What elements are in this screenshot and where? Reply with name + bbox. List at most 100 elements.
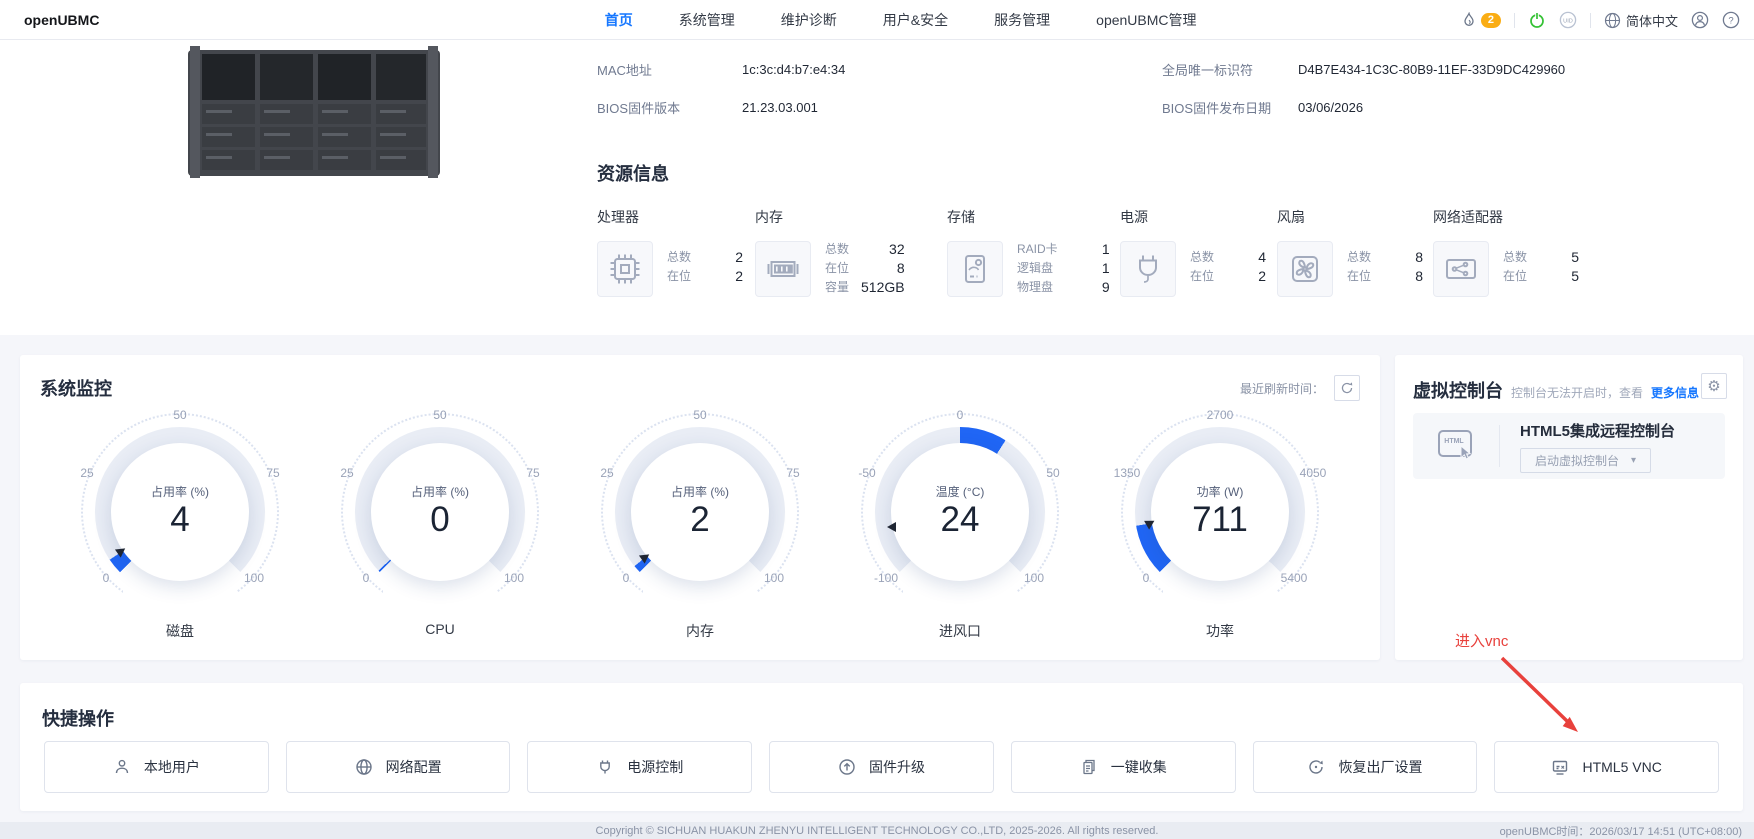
- globe-icon: [1604, 12, 1621, 28]
- gauge-memory: 占用率 (%) 2 0 25 50 75 100 内存: [600, 408, 800, 639]
- copyright-text: Copyright © SICHUAN HUAKUN ZHENYU INTELL…: [595, 824, 1159, 837]
- network-config-button[interactable]: 网络配置: [285, 741, 511, 793]
- quick-actions-title: 快捷操作: [42, 709, 114, 729]
- nav-system-management[interactable]: 系统管理: [679, 10, 735, 30]
- nav-home[interactable]: 首页: [605, 10, 633, 30]
- field-label: BIOS固件发布日期: [1162, 100, 1272, 116]
- gauge-power: 功率 (W) 711 0 1350 2700 4050 5400 功率: [1113, 408, 1327, 639]
- gauges-row: 占用率 (%) 4 0 25 50 75 100 磁盘 占用率 (%) 0 0 25 50 75 1…: [50, 407, 1350, 641]
- console-settings-button[interactable]: ⚙: [1701, 373, 1727, 399]
- gauge-label: 功率: [1206, 623, 1234, 639]
- refresh-icon: [1341, 382, 1353, 394]
- chevron-down-icon: ▾: [1631, 454, 1637, 466]
- refresh-time-label: 最近刷新时间：: [1239, 381, 1324, 396]
- resource-fan: 风扇 总数 8 在位 8: [1277, 207, 1423, 297]
- gauge-needle: [886, 522, 896, 533]
- nic-icon: [1433, 241, 1489, 297]
- resource-storage: 存储 RAID卡 1 逻辑盘 1 物理盘 9: [947, 209, 1110, 297]
- gauge-inlet-temp: 温度 (°C) 24 -100 -50 0 50 100 进风口: [858, 408, 1060, 639]
- svg-text:?: ?: [1728, 15, 1733, 26]
- navbar-actions: 2 UID 简体中文 ?: [1461, 0, 1740, 40]
- user-icon: [115, 759, 129, 774]
- html5-console-icon: HTML: [1413, 428, 1499, 464]
- divider: [1589, 12, 1591, 28]
- uid-button[interactable]: UID: [1559, 11, 1577, 29]
- gauge-label: 进风口: [939, 623, 981, 639]
- field-value: 1c:3c:d4:b7:e4:34: [742, 61, 846, 77]
- field-label: MAC地址: [597, 62, 652, 78]
- upload-arrow-icon: [839, 759, 855, 775]
- user-avatar-icon: [1691, 11, 1709, 29]
- resource-memory: 内存 总数 32 在位 8 容量 512GB: [755, 209, 905, 297]
- language-label: 简体中文: [1625, 13, 1678, 29]
- power-status-button[interactable]: [1528, 11, 1546, 29]
- field-value: 21.23.03.001: [742, 99, 818, 115]
- console-title: 虚拟控制台: [1413, 381, 1503, 401]
- power-on-icon: [1530, 13, 1544, 28]
- gauge-label: CPU: [425, 621, 455, 637]
- nav-maintenance-diagnosis[interactable]: 维护诊断: [781, 10, 837, 30]
- html5-console-card: HTML HTML5集成远程控制台 启动虚拟控制台 ▾: [1413, 413, 1725, 479]
- resource-network-adapter: 网络适配器 总数 5 在位 5: [1433, 207, 1579, 297]
- server-overview-section: MAC地址 1c:3c:d4:b7:e4:34 全局唯一标识符 D4B7E434…: [0, 40, 1754, 335]
- monitor-title: 系统监控: [40, 379, 112, 399]
- factory-reset-button[interactable]: 恢复出厂设置: [1252, 741, 1478, 793]
- firmware-upgrade-button[interactable]: 固件升级: [769, 741, 994, 793]
- main-nav: 首页 系统管理 维护诊断 用户&安全 服务管理 openUBMC管理: [605, 0, 1197, 40]
- one-click-collect-button[interactable]: 一键收集: [1010, 741, 1236, 793]
- cpu-icon: [597, 241, 653, 297]
- gauge-value: 4: [170, 500, 190, 540]
- annotation-arrow: [1500, 656, 1578, 732]
- gear-icon: ⚙: [1707, 377, 1721, 395]
- gauge-disk: 占用率 (%) 4 0 25 50 75 100 磁盘: [80, 408, 280, 639]
- launch-console-button[interactable]: 启动虚拟控制台 ▾: [1520, 447, 1652, 473]
- virtual-console-panel: 虚拟控制台 控制台无法开启时，查看 更多信息 ⚙ HTML HTML5集成远程控…: [1395, 355, 1743, 660]
- memory-icon: [755, 241, 811, 297]
- footer: Copyright © SICHUAN HUAKUN ZHENYU INTELL…: [0, 822, 1754, 839]
- svg-text:UID: UID: [1563, 18, 1573, 24]
- alarm-flame-icon: [1464, 11, 1474, 26]
- field-value: D4B7E434-1C3C-80B9-11EF-33D9DC429960: [1298, 61, 1566, 77]
- globe-icon: [355, 759, 372, 775]
- field-label: BIOS固件版本: [597, 100, 681, 116]
- account-button[interactable]: [1691, 11, 1709, 29]
- server-info-fields: MAC地址 1c:3c:d4:b7:e4:34 全局唯一标识符 D4B7E434…: [597, 50, 1565, 126]
- help-button[interactable]: ?: [1722, 11, 1740, 29]
- refresh-button[interactable]: [1334, 375, 1360, 401]
- nav-user-security[interactable]: 用户&安全: [883, 10, 948, 30]
- resource-power: 电源 总数 4 在位 2: [1120, 207, 1266, 297]
- console-hint: 控制台无法开启时，查看: [1511, 386, 1644, 400]
- gauge-label: 磁盘: [166, 623, 194, 639]
- system-time: openUBMC时间：2026/03/17 14:51 (UTC+08:00): [1499, 825, 1742, 838]
- uid-icon: UID: [1559, 11, 1577, 29]
- storage-icon: [947, 241, 1003, 297]
- alarm-button[interactable]: 2: [1461, 11, 1501, 29]
- quick-actions-panel: 快捷操作 本地用户 网络配置 电源控制 固件升级 一键收集 恢复出厂设置 HTM…: [20, 683, 1743, 811]
- gauge-value: 711: [1192, 500, 1248, 540]
- html5-vnc-button[interactable]: HTML5 VNC: [1494, 741, 1720, 793]
- psu-icon: [1120, 241, 1176, 297]
- field-value: 03/06/2026: [1298, 99, 1364, 115]
- resource-processor: 处理器 总数 2 在位 2: [597, 207, 743, 297]
- svg-text:HTML: HTML: [1444, 438, 1464, 445]
- annotation-enter-vnc: 进入vnc: [1455, 633, 1509, 650]
- vnc-monitor-icon: [1553, 760, 1568, 775]
- alarm-count-badge: 2: [1480, 12, 1501, 28]
- power-plug-icon: [600, 760, 611, 774]
- documents-icon: [1083, 759, 1095, 775]
- gauge-value: 24: [940, 500, 980, 540]
- navbar: openUBMC 首页 系统管理 维护诊断 用户&安全 服务管理 openUBM…: [0, 0, 1754, 40]
- resources-title: 资源信息: [597, 164, 669, 184]
- system-monitor-panel: 系统监控 最近刷新时间： 占用率 (%)4 0255075100 磁盘: [20, 355, 1380, 660]
- nav-openubmc-management[interactable]: openUBMC管理: [1096, 10, 1196, 30]
- app-logo[interactable]: openUBMC: [24, 12, 99, 28]
- gauge-label: 内存: [686, 623, 714, 639]
- html5-console-card-title: HTML5集成远程控制台: [1520, 422, 1675, 440]
- nav-service-management[interactable]: 服务管理: [994, 10, 1050, 30]
- more-info-link[interactable]: 更多信息: [1651, 384, 1699, 401]
- local-user-button[interactable]: 本地用户: [44, 741, 269, 793]
- help-icon: ?: [1722, 11, 1740, 29]
- power-control-button[interactable]: 电源控制: [527, 741, 753, 793]
- server-image: [188, 46, 440, 178]
- language-switcher[interactable]: 简体中文: [1604, 11, 1678, 30]
